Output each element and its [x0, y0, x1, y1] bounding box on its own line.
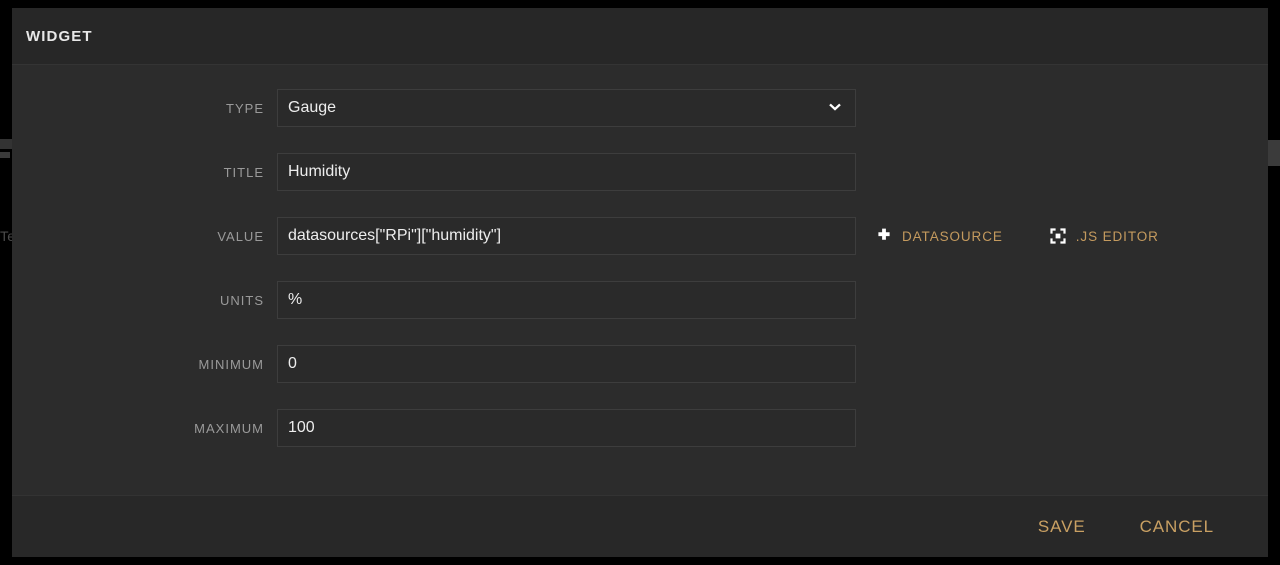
units-input-value: % — [288, 291, 303, 308]
js-editor-label: .JS EDITOR — [1075, 228, 1159, 244]
label-title: TITLE — [223, 164, 264, 180]
label-maximum: MAXIMUM — [194, 420, 264, 436]
maximum-input[interactable]: 100 — [277, 409, 856, 447]
label-minimum: MINIMUM — [198, 356, 264, 372]
title-input[interactable]: Humidity — [277, 153, 856, 191]
label-units: UNITS — [220, 292, 264, 308]
js-editor-button[interactable]: .JS EDITOR — [1049, 227, 1159, 245]
form-row-value: VALUE datasources["RPi"]["humidity"] DAT… — [12, 217, 1268, 255]
value-prefix: datasources[" — [288, 227, 386, 244]
expand-icon — [1049, 227, 1067, 245]
value-misspelled-token: RPi — [385, 227, 412, 245]
save-button[interactable]: SAVE — [1038, 517, 1086, 537]
dialog-body: TYPE Gauge TITLE Humidity VALUE datasour… — [12, 65, 1268, 495]
background-fragment-right — [1268, 140, 1280, 166]
widget-dialog: WIDGET TYPE Gauge TITLE Humidity VALUE d… — [12, 8, 1268, 557]
value-actions: DATASOURCE .JS EDITOR — [875, 227, 1159, 245]
add-datasource-button[interactable]: DATASOURCE — [875, 227, 1003, 245]
units-input[interactable]: % — [277, 281, 856, 319]
screen: Te WIDGET TYPE Gauge TITLE Humidity VALU… — [0, 0, 1280, 565]
label-value: VALUE — [217, 228, 264, 244]
dialog-header: WIDGET — [12, 8, 1268, 65]
minimum-input[interactable]: 0 — [277, 345, 856, 383]
cancel-button[interactable]: CANCEL — [1140, 517, 1214, 537]
chevron-down-icon — [827, 100, 843, 116]
form-row-minimum: MINIMUM 0 — [12, 345, 1268, 383]
title-input-value: Humidity — [288, 163, 351, 180]
form-row-maximum: MAXIMUM 100 — [12, 409, 1268, 447]
form-row-type: TYPE Gauge — [12, 89, 1268, 127]
value-input-value: datasources["RPi"]["humidity"] — [288, 227, 501, 245]
form-row-title: TITLE Humidity — [12, 153, 1268, 191]
dialog-footer: SAVE CANCEL — [12, 495, 1268, 557]
maximum-input-value: 100 — [288, 419, 315, 436]
type-select[interactable]: Gauge — [277, 89, 856, 127]
type-select-value: Gauge — [288, 99, 337, 116]
minimum-input-value: 0 — [288, 355, 297, 372]
value-suffix: "]["humidity"] — [411, 227, 502, 244]
label-type: TYPE — [226, 100, 264, 116]
plus-icon — [875, 227, 893, 245]
add-datasource-label: DATASOURCE — [902, 228, 1003, 244]
background-fragment-left-lower — [0, 152, 10, 158]
form-row-units: UNITS % — [12, 281, 1268, 319]
dialog-title: WIDGET — [26, 27, 93, 45]
value-input[interactable]: datasources["RPi"]["humidity"] — [277, 217, 856, 255]
